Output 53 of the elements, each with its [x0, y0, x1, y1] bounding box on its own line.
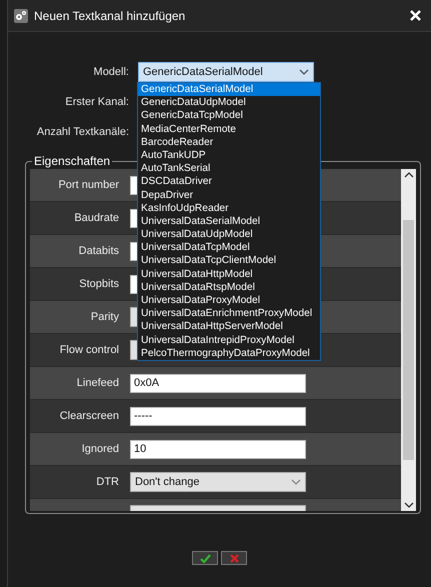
gears-icon: [14, 8, 28, 22]
dropdown-option[interactable]: PelcoThermographyDataProxyModel: [138, 346, 320, 360]
dropdown-option[interactable]: BarcodeReader: [138, 136, 320, 149]
property-label: Ignored: [80, 443, 119, 455]
property-label: Parity: [90, 311, 119, 323]
dropdown-option[interactable]: UniversalDataRtspModel: [138, 280, 320, 294]
dropdown-option[interactable]: KasInfoUdpReader: [138, 202, 320, 215]
dropdown-option[interactable]: UniversalDataTcpModel: [138, 241, 320, 254]
dropdown-option[interactable]: UniversalDataIntrepidProxyModel: [138, 334, 320, 347]
dropdown-option[interactable]: AutoTankSerial: [138, 162, 320, 176]
dropdown-option[interactable]: UniversalDataEnrichmentProxyModel: [138, 307, 320, 320]
dropdown-option[interactable]: DepaDriver: [138, 188, 320, 202]
ok-button[interactable]: [192, 551, 218, 565]
close-icon: [230, 554, 238, 562]
scrollbar[interactable]: [401, 169, 416, 511]
property-label: Databits: [78, 245, 119, 257]
dropdown-option[interactable]: GenericDataUdpModel: [138, 96, 320, 110]
property-label: Flow control: [58, 344, 119, 356]
dropdown-option[interactable]: UniversalDataHttpServerModel: [138, 320, 320, 334]
model-select[interactable]: GenericDataSerialModel: [138, 62, 314, 82]
input-field[interactable]: -----: [130, 406, 306, 426]
chevron-down-icon: [291, 479, 301, 485]
dropdown-option[interactable]: DSCDataDriver: [138, 175, 320, 188]
dropdown-option[interactable]: UniversalDataUdpModel: [138, 228, 320, 242]
property-label: Baudrate: [73, 212, 119, 224]
dropdown-option[interactable]: UniversalDataHttpModel: [138, 268, 320, 281]
dropdown-option[interactable]: UniversalDataSerialModel: [138, 214, 320, 228]
property-label: DTR: [95, 476, 119, 488]
chevron-up-icon[interactable]: [404, 172, 414, 178]
dropdown-option[interactable]: GenericDataTcpModel: [138, 109, 320, 123]
input-field[interactable]: 0x0A: [130, 374, 306, 392]
select-field[interactable]: Don't change: [130, 472, 306, 492]
property-label: Clearscreen: [58, 410, 119, 422]
property-label: Stopbits: [78, 278, 119, 290]
chevron-down-icon[interactable]: [404, 502, 414, 508]
channel-count-label: Anzahl Textkanäle:: [36, 126, 129, 138]
input-field[interactable]: 10: [130, 440, 306, 458]
dropdown-option[interactable]: UniversalDataTcpClientModel: [138, 254, 320, 268]
scroll-thumb[interactable]: [403, 220, 414, 460]
dropdown-option[interactable]: MediaCenterRemote: [138, 122, 320, 136]
cancel-button[interactable]: [221, 551, 247, 565]
dropdown-option[interactable]: UniversalDataProxyModel: [138, 294, 320, 308]
window-title: Neuen Textkanal hinzufügen: [34, 8, 186, 22]
first-channel-label: Erster Kanal:: [64, 96, 129, 108]
dropdown-option[interactable]: GenericDataSerialModel: [138, 83, 320, 96]
dropdown-option[interactable]: AutoTankUDP: [138, 148, 320, 162]
checkmark-icon: [200, 554, 210, 562]
model-label: Modell:: [92, 66, 129, 78]
chevron-down-icon: [299, 69, 309, 75]
close-icon[interactable]: [410, 10, 421, 21]
group-title: Eigenschaften: [32, 154, 112, 168]
property-label: Port number: [57, 179, 119, 191]
property-label: Linefeed: [76, 377, 119, 389]
